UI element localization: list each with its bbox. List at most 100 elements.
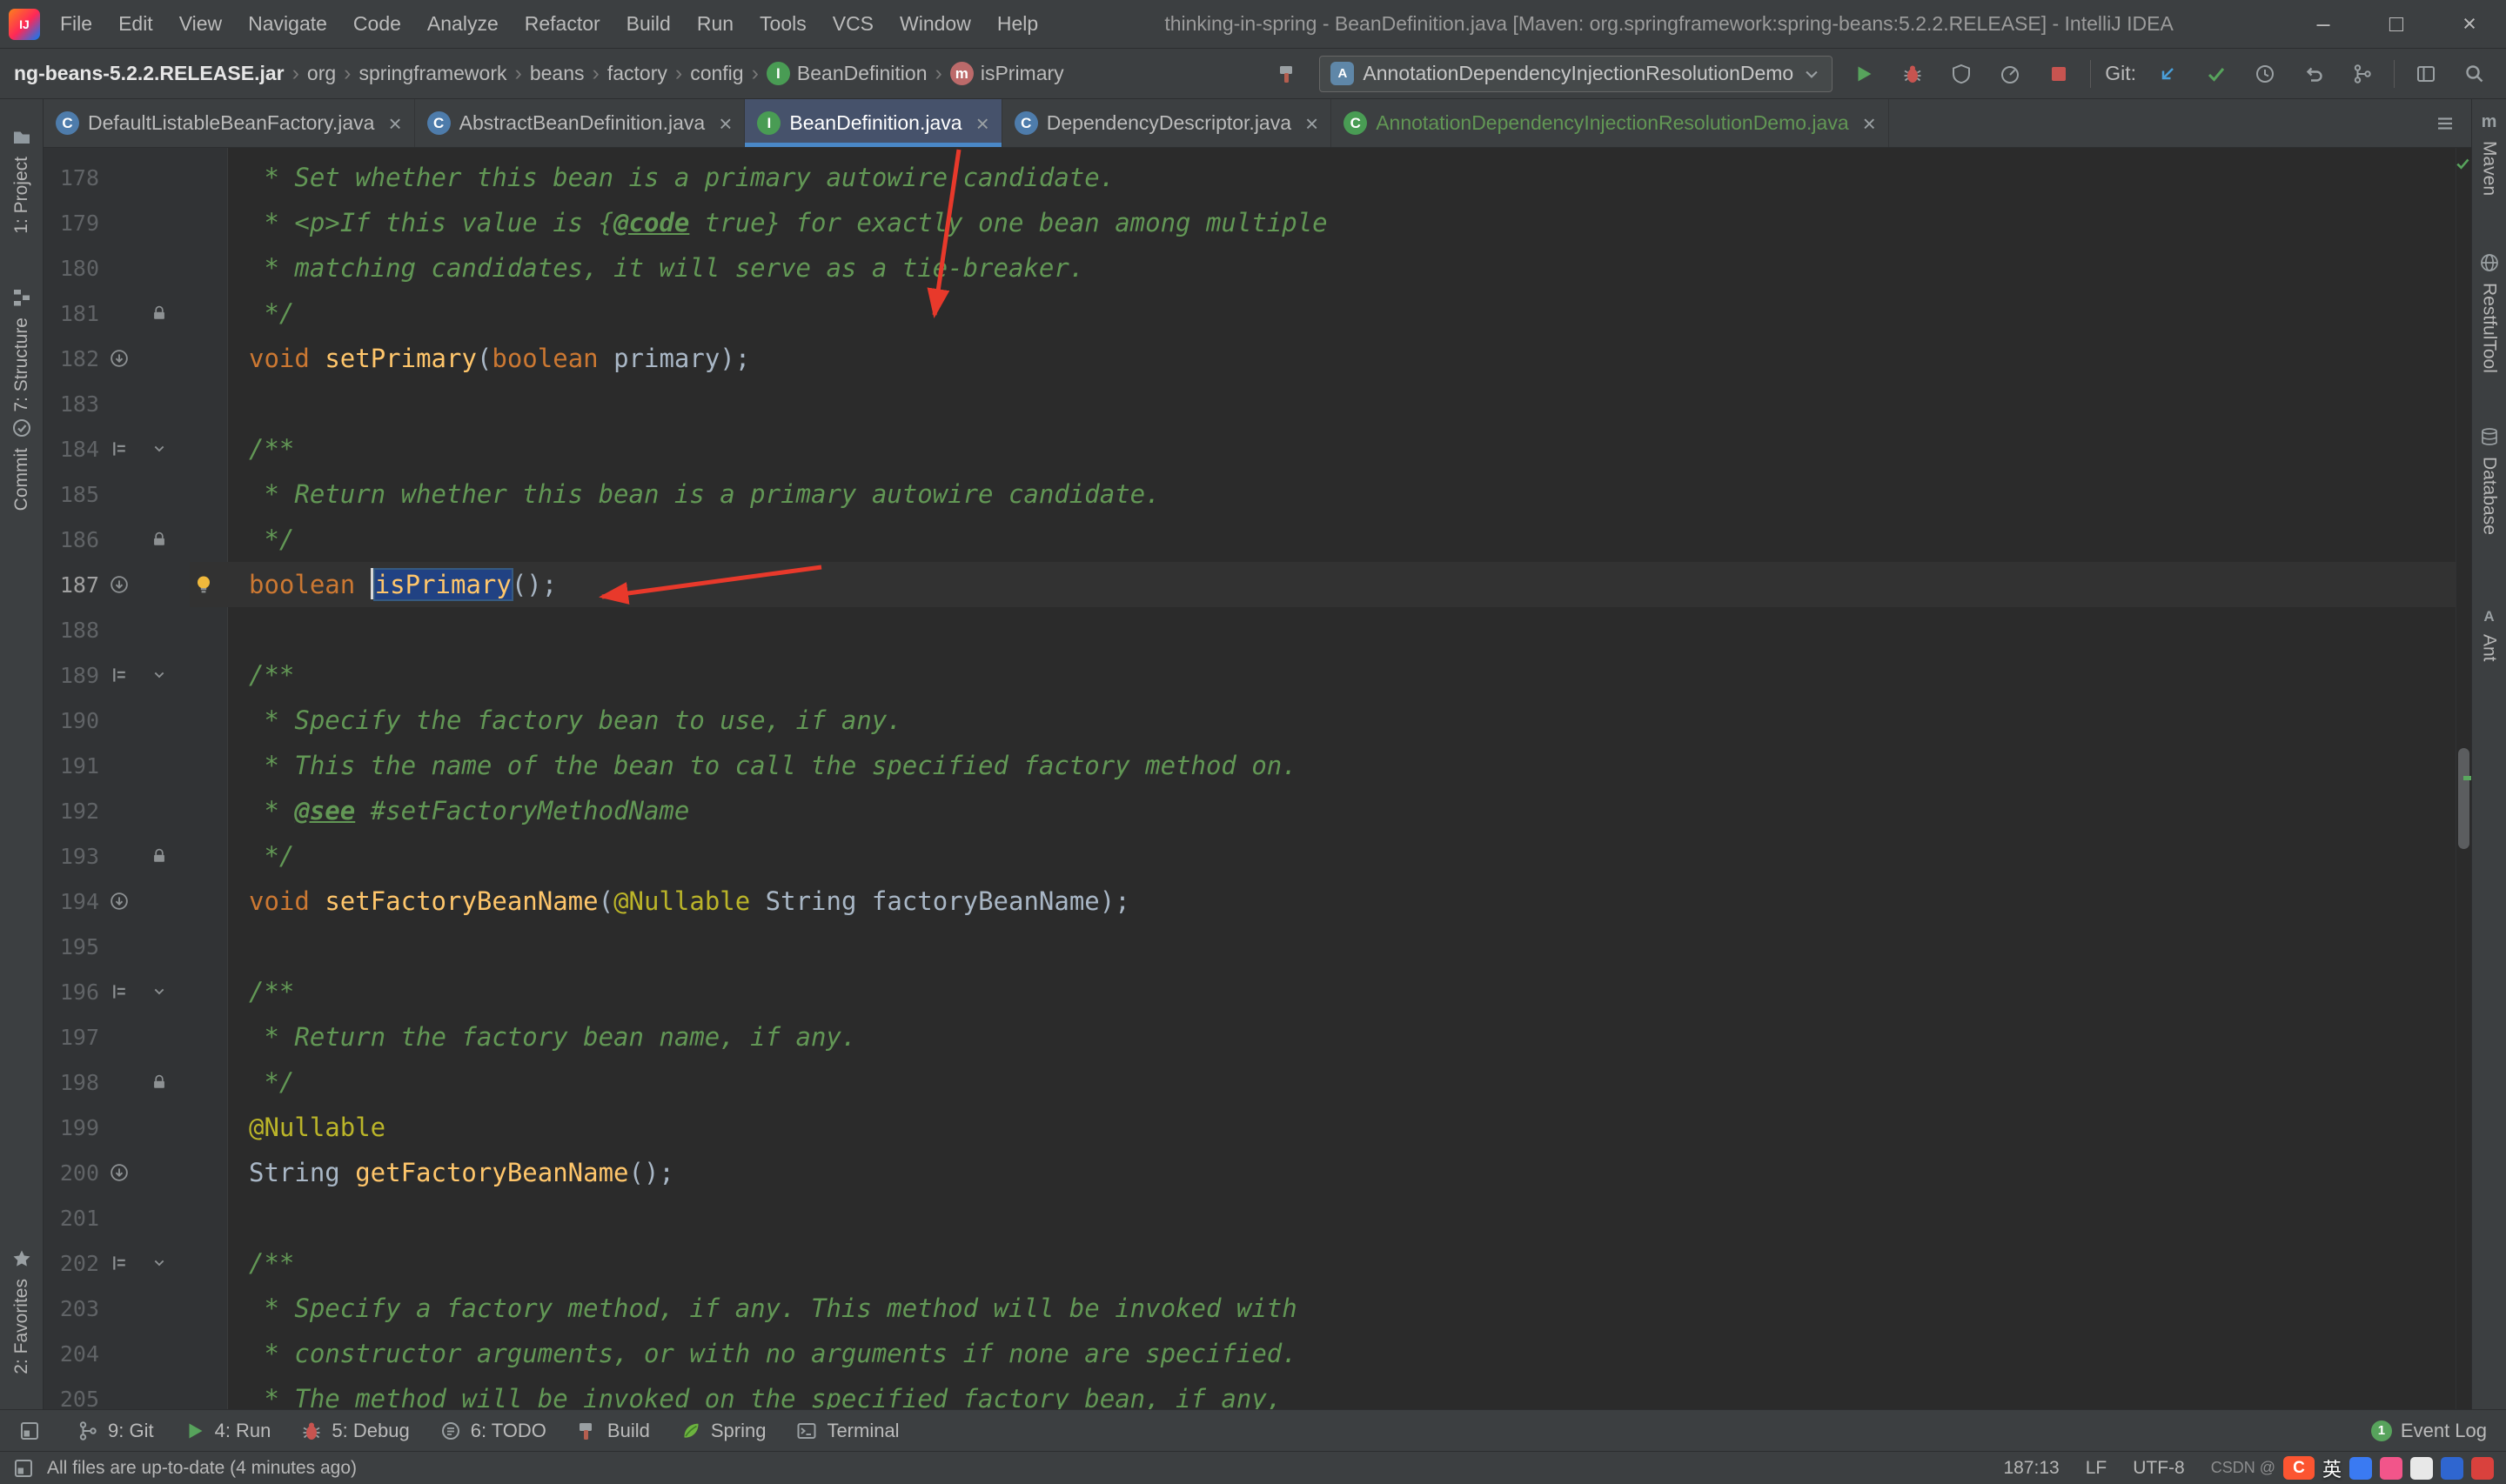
menu-edit[interactable]: Edit: [105, 0, 166, 48]
profiler-button[interactable]: [1993, 57, 2027, 91]
run-with-coverage-button[interactable]: [1944, 57, 1979, 91]
run-button[interactable]: [1846, 57, 1881, 91]
menu-run[interactable]: Run: [684, 0, 747, 48]
breadcrumb-config[interactable]: config: [690, 62, 743, 85]
tool-button-restfultool[interactable]: RestfulTool: [2472, 251, 2506, 373]
tab-defaultlistablebeanfactory-java[interactable]: C DefaultListableBeanFactory.java ×: [44, 99, 415, 147]
menu-file[interactable]: File: [47, 0, 105, 48]
tool-button-7-structure[interactable]: 7: Structure: [0, 286, 43, 412]
breadcrumb-beandefinition[interactable]: I BeanDefinition: [766, 62, 928, 85]
code-line-182[interactable]: 182 void setPrimary(boolean primary);: [44, 336, 2456, 381]
code-line-199[interactable]: 199 @Nullable: [44, 1105, 2456, 1150]
restore-layout-button[interactable]: [2409, 57, 2443, 91]
menu-code[interactable]: Code: [340, 0, 414, 48]
code-line-179[interactable]: 179 * <p>If this value is {@code true} f…: [44, 200, 2456, 245]
encoding-widget[interactable]: UTF-8: [2133, 1458, 2185, 1479]
toolwindow-button-4-run[interactable]: 4: Run: [184, 1420, 271, 1442]
code-line-192[interactable]: 192 * @see #setFactoryMethodName: [44, 788, 2456, 833]
branches-button[interactable]: [2345, 57, 2380, 91]
tab-beandefinition-java[interactable]: I BeanDefinition.java ×: [745, 99, 1002, 147]
close-tab-icon[interactable]: ×: [1305, 112, 1318, 135]
search-everywhere-button[interactable]: [2457, 57, 2492, 91]
code-line-180[interactable]: 180 * matching candidates, it will serve…: [44, 245, 2456, 291]
toolwindow-button-5-debug[interactable]: 5: Debug: [300, 1420, 410, 1442]
tab-annotationdependencyinjectionresolutiondemo-java[interactable]: C AnnotationDependencyInjectionResolution…: [1331, 99, 1889, 147]
editor[interactable]: 178 * Set whether this bean is a primary…: [44, 148, 2471, 1409]
menu-help[interactable]: Help: [984, 0, 1051, 48]
run-config-select[interactable]: A AnnotationDependencyInjectionResolution…: [1319, 55, 1833, 92]
code-line-181[interactable]: 181 */: [44, 291, 2456, 336]
breadcrumb-isprimary[interactable]: m isPrimary: [949, 62, 1064, 85]
code-line-193[interactable]: 193 */: [44, 833, 2456, 879]
code-line-183[interactable]: 183: [44, 381, 2456, 426]
toolwindow-button-9-git[interactable]: 9: Git: [77, 1420, 154, 1442]
editor-scrollbar[interactable]: [2456, 148, 2471, 1409]
code-line-196[interactable]: 196/**: [44, 969, 2456, 1014]
tool-button-ant[interactable]: A Ant: [2472, 608, 2506, 662]
breadcrumb-beans[interactable]: beans: [530, 62, 585, 85]
tool-button-commit[interactable]: Commit: [0, 417, 43, 511]
breadcrumb-org[interactable]: org: [307, 62, 336, 85]
menu-window[interactable]: Window: [887, 0, 984, 48]
menu-vcs[interactable]: VCS: [820, 0, 887, 48]
code-line-198[interactable]: 198 */: [44, 1060, 2456, 1105]
code-line-189[interactable]: 189/**: [44, 652, 2456, 698]
rollback-button[interactable]: [2296, 57, 2331, 91]
code-line-195[interactable]: 195: [44, 924, 2456, 969]
code-line-200[interactable]: 200 String getFactoryBeanName();: [44, 1150, 2456, 1195]
tool-windows-icon[interactable]: [12, 1457, 35, 1480]
menu-view[interactable]: View: [166, 0, 235, 48]
close-button[interactable]: ×: [2433, 0, 2506, 48]
code-line-187[interactable]: 187 boolean isPrimary();: [44, 562, 2456, 607]
tool-button-database[interactable]: Database: [2472, 425, 2506, 535]
breadcrumb-ng-beans-5-2-2-release-jar[interactable]: ng-beans-5.2.2.RELEASE.jar: [14, 62, 285, 85]
code-line-197[interactable]: 197 * Return the factory bean name, if a…: [44, 1014, 2456, 1060]
close-tab-icon[interactable]: ×: [1863, 112, 1876, 135]
caret-position-widget[interactable]: 187:13: [2003, 1458, 2059, 1479]
menu-tools[interactable]: Tools: [747, 0, 820, 48]
stop-button[interactable]: [2041, 57, 2076, 91]
minimize-button[interactable]: –: [2287, 0, 2360, 48]
close-tab-icon[interactable]: ×: [719, 112, 732, 135]
tab-dependencydescriptor-java[interactable]: C DependencyDescriptor.java ×: [1002, 99, 1332, 147]
code-line-185[interactable]: 185 * Return whether this bean is a prim…: [44, 471, 2456, 517]
breadcrumb-springframework[interactable]: springframework: [359, 62, 507, 85]
commit-button[interactable]: [2199, 57, 2234, 91]
debug-button[interactable]: [1895, 57, 1930, 91]
close-tab-icon[interactable]: ×: [976, 112, 989, 135]
code-line-201[interactable]: 201: [44, 1195, 2456, 1240]
menu-build[interactable]: Build: [613, 0, 684, 48]
code-line-191[interactable]: 191 * This the name of the bean to call …: [44, 743, 2456, 788]
tab-abstractbeandefinition-java[interactable]: C AbstractBeanDefinition.java ×: [415, 99, 746, 147]
scrollbar-thumb[interactable]: [2458, 748, 2469, 849]
code-line-186[interactable]: 186 */: [44, 517, 2456, 562]
tool-button-maven[interactable]: m Maven: [2472, 112, 2506, 196]
toolwindow-button-terminal[interactable]: Terminal: [795, 1420, 900, 1442]
history-button[interactable]: [2248, 57, 2282, 91]
code-line-190[interactable]: 190 * Specify the factory bean to use, i…: [44, 698, 2456, 743]
toolwindow-button-6-todo[interactable]: 6: TODO: [439, 1420, 546, 1442]
code-line-178[interactable]: 178 * Set whether this bean is a primary…: [44, 155, 2456, 200]
code-line-202[interactable]: 202/**: [44, 1240, 2456, 1286]
code-line-203[interactable]: 203 * Specify a factory method, if any. …: [44, 1286, 2456, 1331]
toolwindow-button-spring[interactable]: Spring: [680, 1420, 766, 1442]
code-line-194[interactable]: 194 void setFactoryBeanName(@Nullable Str…: [44, 879, 2456, 924]
tab-list-button[interactable]: [2428, 106, 2462, 141]
tool-button-2-favorites[interactable]: 2: Favorites: [0, 1247, 43, 1374]
menu-refactor[interactable]: Refactor: [512, 0, 613, 48]
update-project-button[interactable]: [2150, 57, 2185, 91]
build-project-button[interactable]: [1270, 57, 1305, 91]
menu-navigate[interactable]: Navigate: [235, 0, 340, 48]
toolwindow-button-build[interactable]: Build: [576, 1420, 650, 1442]
line-ending-widget[interactable]: LF: [2086, 1458, 2107, 1479]
close-tab-icon[interactable]: ×: [388, 112, 401, 135]
code-line-188[interactable]: 188: [44, 607, 2456, 652]
breadcrumb-factory[interactable]: factory: [607, 62, 667, 85]
code-line-204[interactable]: 204 * constructor arguments, or with no …: [44, 1331, 2456, 1376]
code-line-184[interactable]: 184/**: [44, 426, 2456, 471]
tool-button-1-project[interactable]: 1: Project: [0, 125, 43, 234]
maximize-button[interactable]: □: [2360, 0, 2433, 48]
menu-analyze[interactable]: Analyze: [414, 0, 512, 48]
toolwindow-button-event-log[interactable]: 1 Event Log: [2370, 1420, 2487, 1442]
code-line-205[interactable]: 205 * The method will be invoked on the …: [44, 1376, 2456, 1409]
